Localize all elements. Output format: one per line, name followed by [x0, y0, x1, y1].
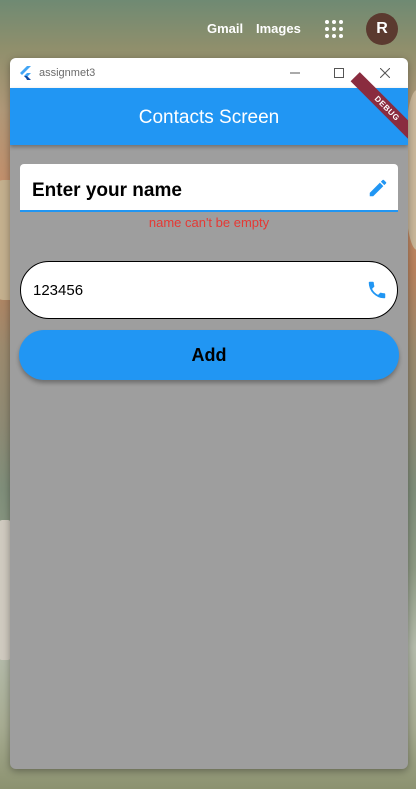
add-button[interactable]: Add: [19, 330, 399, 380]
minimize-button[interactable]: [272, 58, 318, 88]
maximize-icon: [334, 68, 344, 78]
app-window: assignmet3 Contacts Screen DEBUG Enter y…: [10, 58, 408, 769]
minimize-icon: [290, 72, 300, 74]
window-titlebar: assignmet3: [10, 58, 408, 88]
name-input[interactable]: Enter your name: [20, 164, 398, 212]
name-error-message: name can't be empty: [148, 215, 270, 230]
flutter-logo-icon: [20, 66, 31, 80]
phone-icon[interactable]: [366, 279, 388, 301]
app-bar: Contacts Screen DEBUG: [10, 72, 408, 145]
images-link[interactable]: Images: [256, 21, 301, 36]
avatar[interactable]: R: [366, 13, 398, 45]
apps-grid-icon[interactable]: [325, 20, 343, 38]
browser-top-bar: Gmail Images R: [0, 0, 416, 58]
close-icon: [380, 68, 390, 78]
edit-icon[interactable]: [367, 177, 389, 199]
window-title: assignmet3: [39, 67, 96, 79]
gmail-link[interactable]: Gmail: [207, 21, 243, 36]
phone-value: 123456: [33, 282, 84, 299]
name-placeholder: Enter your name: [32, 180, 182, 201]
phone-input[interactable]: 123456: [20, 261, 398, 319]
page-title: Contacts Screen: [138, 107, 280, 128]
